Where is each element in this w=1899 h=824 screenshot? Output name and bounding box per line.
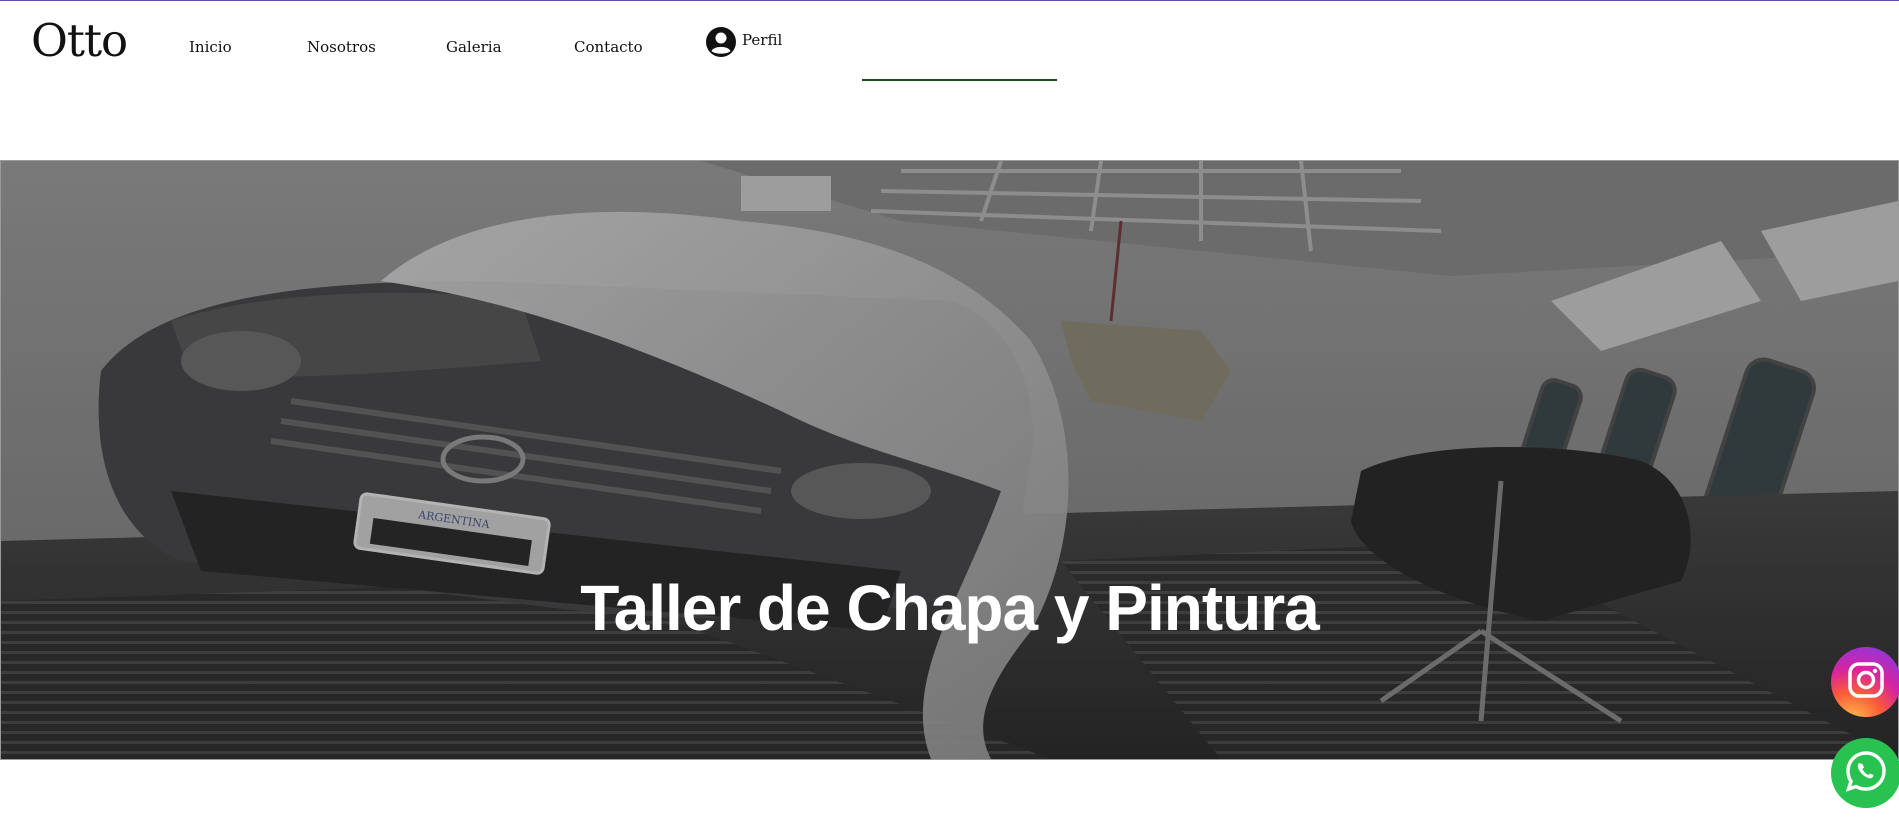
instagram-button[interactable] [1831, 647, 1899, 717]
whatsapp-button[interactable] [1831, 738, 1899, 808]
user-avatar-icon [706, 27, 736, 61]
whatsapp-icon [1843, 748, 1889, 798]
nav-active-underline [862, 79, 1057, 81]
profile-button[interactable]: Perfil [706, 27, 782, 61]
nav-inicio[interactable]: Inicio [189, 37, 232, 57]
profile-label: Perfil [742, 31, 783, 49]
instagram-icon [1846, 660, 1886, 704]
hero-photo: ARGENTINA [1, 161, 1898, 759]
top-accent-rule [0, 0, 1899, 1]
nav-nosotros[interactable]: Nosotros [307, 37, 376, 57]
site-logo[interactable]: Otto [31, 18, 128, 63]
hero-banner: ARGENTINA Taller de Chapa y Pintura [0, 160, 1899, 760]
nav-galeria[interactable]: Galeria [446, 37, 502, 57]
hero-title: Taller de Chapa y Pintura [580, 572, 1319, 644]
nav-contacto[interactable]: Contacto [574, 37, 643, 57]
